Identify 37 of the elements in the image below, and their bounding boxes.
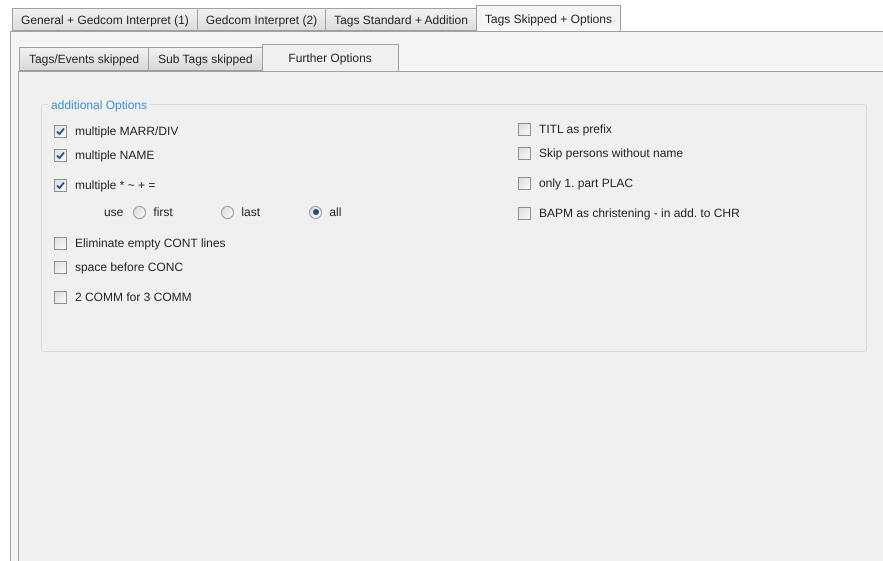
checkbox[interactable]: [518, 146, 531, 160]
checkbox-label: TITL as prefix: [539, 121, 612, 138]
checkbox[interactable]: [518, 176, 531, 190]
checkbox-label: Eliminate empty CONT lines: [75, 235, 226, 252]
checkbox-label: only 1. part PLAC: [539, 175, 634, 192]
checkbox[interactable]: [54, 178, 67, 192]
radio-label: first: [153, 204, 173, 221]
tab[interactable]: Further Options: [262, 44, 399, 71]
tab[interactable]: Tags Standard + Addition: [325, 8, 477, 31]
tab[interactable]: Gedcom Interpret (2): [196, 8, 326, 31]
tab[interactable]: Tags/Events skipped: [19, 47, 150, 71]
radio-label: all: [329, 204, 342, 221]
checkmark-icon: [56, 180, 65, 190]
tab[interactable]: General + Gedcom Interpret (1): [12, 8, 198, 31]
checkbox-label: Skip persons without name: [539, 145, 684, 162]
checkbox[interactable]: [54, 290, 67, 304]
checkbox[interactable]: [54, 124, 67, 138]
checkbox[interactable]: [518, 122, 531, 136]
checkbox-label: BAPM as christening - in add. to CHR: [539, 205, 740, 222]
checkbox[interactable]: [54, 236, 67, 250]
tab[interactable]: Sub Tags skipped: [148, 47, 263, 71]
checkmark-icon: [56, 126, 65, 136]
radio-button[interactable]: [309, 206, 322, 218]
checkmark-icon: [56, 150, 65, 160]
checkbox-label: multiple NAME: [75, 147, 154, 164]
tab[interactable]: Tags Skipped + Options: [476, 5, 621, 31]
checkbox-label: 2 COMM for 3 COMM: [75, 289, 192, 306]
radio-group-label: use: [104, 204, 124, 221]
radio-label: last: [241, 204, 260, 221]
checkbox[interactable]: [518, 206, 531, 220]
checkbox[interactable]: [54, 260, 67, 274]
checkbox-label: multiple MARR/DIV: [75, 123, 178, 140]
checkbox[interactable]: [54, 148, 67, 162]
checkbox-label: space before CONC: [75, 259, 184, 276]
radio-button[interactable]: [221, 206, 234, 218]
checkbox-label: multiple * ~ + =: [75, 177, 156, 194]
radio-button[interactable]: [133, 206, 146, 218]
